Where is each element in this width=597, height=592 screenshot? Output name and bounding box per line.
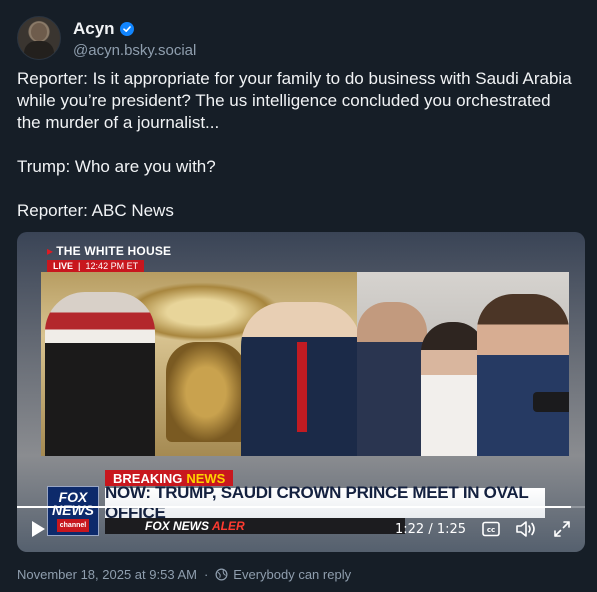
author-handle[interactable]: @acyn.bsky.social: [73, 42, 196, 59]
location-label: ▸ THE WHITE HOUSE: [47, 244, 172, 258]
play-icon: [32, 521, 45, 537]
video-player[interactable]: ▸ THE WHITE HOUSE LIVE | 12:42 PM ET FOX …: [17, 232, 585, 552]
author-display-name[interactable]: Acyn: [73, 19, 115, 39]
reply-setting: Everybody can reply: [215, 567, 351, 582]
verified-badge-icon: [119, 21, 134, 36]
play-button[interactable]: [27, 518, 49, 540]
volume-button[interactable]: [514, 518, 538, 540]
post-paragraph: Reporter: Is it appropriate for your fam…: [17, 69, 572, 132]
fullscreen-button[interactable]: [551, 518, 573, 540]
post-paragraph: Reporter: ABC News: [17, 201, 174, 220]
reply-setting-label: Everybody can reply: [233, 567, 352, 582]
video-time: 1:22 / 1:25: [395, 522, 467, 537]
video-progress-fill: [17, 506, 572, 508]
post-paragraph: Trump: Who are you with?: [17, 157, 216, 176]
post-timestamp[interactable]: November 18, 2025 at 9:53 AM: [17, 567, 197, 582]
post-header: Acyn @acyn.bsky.social: [17, 16, 196, 60]
captions-button[interactable]: cc: [481, 519, 501, 539]
video-controls: 1:22 / 1:25 cc: [17, 516, 585, 542]
closed-captions-icon: cc: [482, 521, 500, 537]
video-headline: NOW: TRUMP, SAUDI CROWN PRINCE MEET IN O…: [105, 483, 545, 522]
fullscreen-icon: [554, 521, 570, 537]
post-text: Reporter: Is it appropriate for your fam…: [17, 68, 577, 222]
author-name-block: Acyn @acyn.bsky.social: [73, 18, 196, 59]
author-avatar[interactable]: [17, 16, 61, 60]
footer-separator: ·: [203, 567, 209, 582]
globe-icon: [215, 568, 228, 581]
svg-text:cc: cc: [487, 526, 495, 534]
post-card: Acyn @acyn.bsky.social Reporter: Is it a…: [0, 0, 597, 592]
live-label: LIVE: [53, 261, 74, 271]
live-bar: LIVE | 12:42 PM ET: [47, 260, 145, 272]
post-footer: November 18, 2025 at 9:53 AM · Everybody…: [17, 567, 351, 582]
video-pane-press: [357, 272, 569, 456]
live-time: 12:42 PM ET: [85, 261, 139, 271]
volume-icon: [516, 521, 535, 537]
video-progress-bar[interactable]: [17, 506, 585, 508]
video-pane-oval-office: [41, 272, 357, 456]
